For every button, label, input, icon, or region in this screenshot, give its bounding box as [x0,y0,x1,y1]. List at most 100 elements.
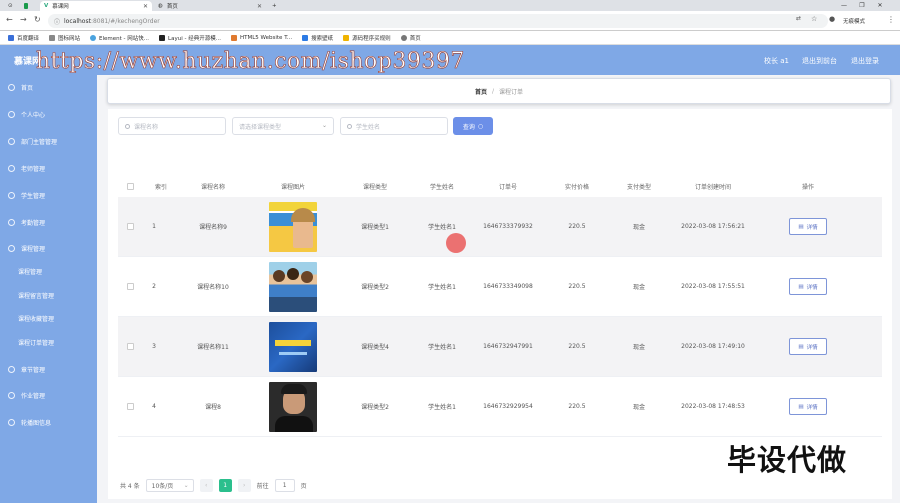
col-pay-type: 支付类型 [626,183,651,191]
row-pay-type: 现金 [632,404,645,411]
col-action: 操作 [801,183,814,191]
translate-icon[interactable]: ⇄ [796,15,801,22]
row-course-type: 课程类型2 [361,404,389,411]
bookmark-item[interactable]: 图标网站 [45,34,84,42]
row-create-time: 2022-03-08 17:49:10 [681,343,745,350]
next-page-button[interactable]: › [237,478,251,492]
detail-button[interactable]: ▤ 详情 [789,398,827,415]
tab-second[interactable]: ◍ 首页 ✕ [154,1,266,11]
row-pay-type: 现金 [632,224,645,231]
select-all-checkbox[interactable] [124,175,136,197]
course-type-select[interactable]: 请选择课程类型 ⌄ [232,117,334,135]
back-icon[interactable]: ← [6,15,13,24]
table-row: 2 课程名称10 课程类型2 学生姓名1 1646733349098 220.5… [118,257,882,317]
menu-icon [8,191,15,199]
logout-link[interactable]: 退出登录 [851,56,879,66]
restore-icon[interactable]: ❐ [854,0,870,11]
menu-icon [8,365,15,373]
row-checkbox[interactable] [124,317,136,376]
row-index: 3 [152,343,156,350]
row-order-no: 1646732947991 [483,343,533,350]
page-number-current[interactable]: 1 [218,478,232,492]
row-course-type: 课程类型1 [361,224,389,231]
chrome-menu-icon[interactable]: ⊙ [4,1,18,11]
row-action: ▤ 详情 [778,257,838,316]
url-host: localhost [64,17,91,25]
tab-extension[interactable] [20,1,32,11]
guest-mode-label[interactable]: 无痕模式 [843,17,865,25]
students-group-image [269,261,317,312]
col-course-image: 课程图片 [280,183,305,191]
detail-button[interactable]: ▤ 详情 [789,278,827,295]
new-tab-button[interactable]: + [268,1,280,11]
sidebar-sub-favorite[interactable]: 课程收藏管理 [0,308,97,328]
row-order-no: 1646733379932 [483,223,533,230]
menu-icon [8,391,15,399]
close-icon[interactable]: ✕ [143,3,148,10]
bookmark-item[interactable]: 首页 [397,34,425,42]
col-course-type: 课程类型 [362,183,387,191]
sidebar-item-course[interactable]: 课程管理 [0,236,97,260]
browser-chrome: ⊙ V 慕课网 ✕ ◍ 首页 ✕ + — ❐ ✕ ← → ↻ ⓘ localho… [0,0,900,45]
row-course-name: 课程名称11 [197,344,229,351]
cursor-highlight [446,233,466,253]
bookmark-item[interactable]: 源码程序买规则 [339,34,395,42]
sidebar-item-student[interactable]: 学生管理 [0,183,97,207]
table-row: 4 课程8 课程类型2 学生姓名1 1646732929954 220.5 现金… [118,377,882,437]
user-icon [8,110,15,118]
sidebar-item-chapter[interactable]: 章节管理 [0,357,97,381]
row-create-time: 2022-03-08 17:55:51 [681,283,745,290]
table-header: 索引 课程名称 课程图片 课程类型 学生姓名 订单号 实付价格 支付类型 订单创… [118,175,882,197]
profile-icon[interactable]: ● [829,15,835,23]
sidebar-item-carousel[interactable]: 轮播图信息 [0,410,97,434]
menu-icon [8,218,15,226]
sidebar-sub-course[interactable]: 课程管理 [0,261,97,281]
document-icon: ▤ [798,343,804,350]
star-icon[interactable]: ☆ [811,15,817,23]
forward-icon[interactable]: → [20,15,27,24]
tab-strip: ⊙ V 慕课网 ✕ ◍ 首页 ✕ + — ❐ ✕ [0,0,900,11]
row-pay-type: 现金 [632,344,645,351]
detail-button[interactable]: ▤ 详情 [789,218,827,235]
bookmark-item[interactable]: 百度翻译 [4,34,43,42]
sidebar-item-teacher[interactable]: 老师管理 [0,156,97,180]
student-name-input[interactable]: 学生姓名 [340,117,448,135]
bookmark-item[interactable]: Layui - 经典开源模... [155,34,225,42]
row-checkbox[interactable] [124,197,136,256]
breadcrumb-home[interactable]: 首页 [475,87,487,96]
sidebar-item-attendance[interactable]: 考勤管理 [0,210,97,234]
bookmark-item[interactable]: 搜索壁纸 [298,34,337,42]
sidebar: 首页 个人中心 部门主管管理 老师管理 学生管理 考勤管理 课程管理 课程管理 … [0,75,97,503]
man-portrait-image [269,381,317,432]
prev-page-button[interactable]: ‹ [199,478,213,492]
search-button[interactable]: 查询 ○ [453,117,493,135]
sidebar-item-home[interactable]: 首页 [0,75,97,99]
page-size-select[interactable]: 10条/页 ⌄ [145,478,194,492]
tab-active[interactable]: V 慕课网 ✕ [40,1,152,11]
sidebar-sub-order[interactable]: 课程订单管理 [0,332,97,352]
close-icon[interactable]: ✕ [257,3,262,10]
sidebar-item-homework[interactable]: 作业管理 [0,383,97,407]
blue-book-cover-image [269,321,317,372]
bookmark-item[interactable]: Element - 网站快... [86,34,153,42]
search-icon [347,123,352,129]
row-checkbox[interactable] [124,377,136,436]
menu-icon [8,244,15,252]
url-path: :8081/#/kechengOrder [90,17,160,25]
course-name-input[interactable]: 课程名称 [118,117,226,135]
bookmark-item[interactable]: HTML5 Website T... [227,34,296,41]
more-icon[interactable]: ⋮ [887,15,895,24]
window-close-icon[interactable]: ✕ [872,0,888,11]
sidebar-item-dept[interactable]: 部门主管管理 [0,129,97,153]
row-student-name: 学生姓名1 [428,344,456,351]
goto-page-input[interactable]: 1 [274,478,295,492]
reload-icon[interactable]: ↻ [34,15,41,24]
minimize-icon[interactable]: — [836,0,852,11]
detail-button[interactable]: ▤ 详情 [789,338,827,355]
row-checkbox[interactable] [124,257,136,316]
url-bar[interactable]: ⓘ localhost:8081/#/kechengOrder [48,14,828,28]
exit-front-link[interactable]: 退出到前台 [802,56,837,66]
sidebar-item-profile[interactable]: 个人中心 [0,102,97,126]
sidebar-sub-comment[interactable]: 课程留言管理 [0,285,97,305]
row-course-image [258,197,328,256]
